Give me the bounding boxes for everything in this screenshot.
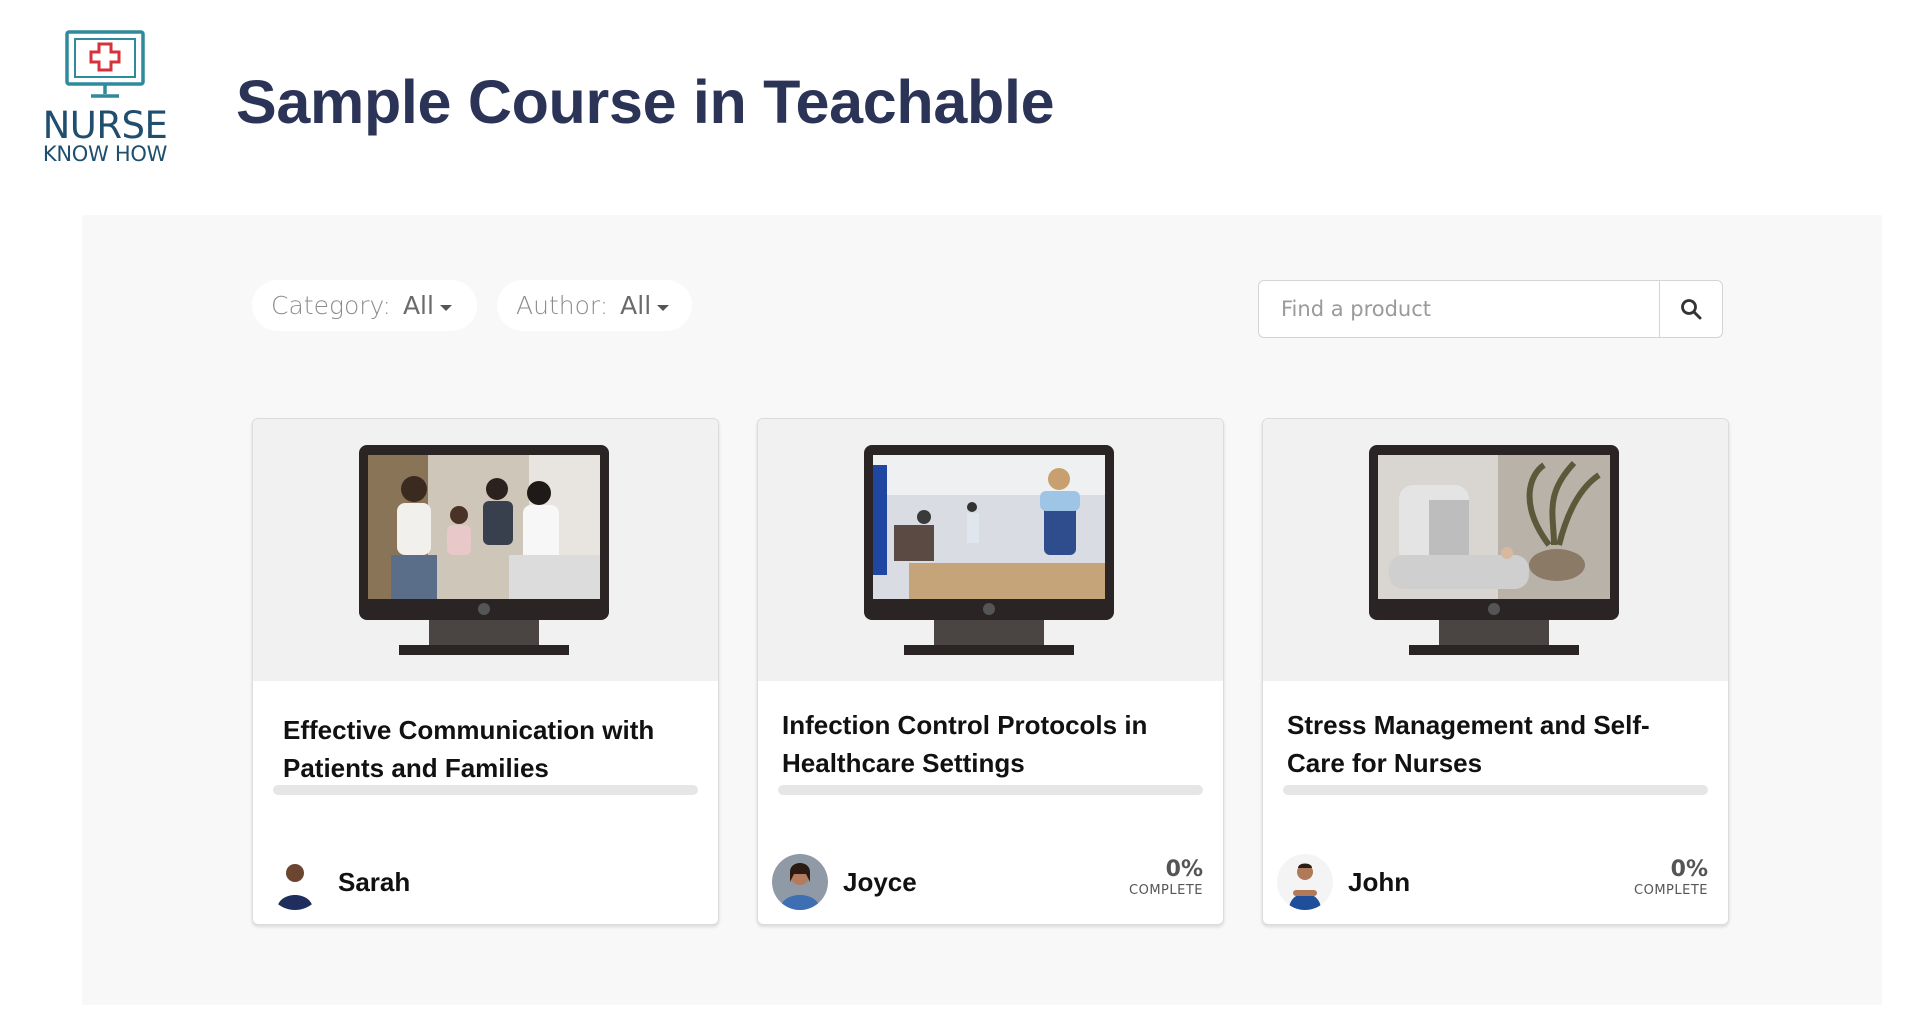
logo-text-know-how: KNOW HOW [42, 142, 168, 166]
nurse-know-how-logo: NURSE KNOW HOW [40, 30, 170, 166]
page-title: Sample Course in Teachable [236, 68, 1055, 136]
category-filter-value: All [402, 291, 434, 320]
author-filter-label: Author: [516, 291, 609, 320]
author-avatar [772, 854, 828, 910]
search-input[interactable] [1258, 280, 1659, 338]
course-title[interactable]: Effective Communication with Patients an… [283, 711, 688, 787]
author-filter-dropdown[interactable]: Author: All [497, 280, 692, 331]
category-filter-label: Category: [271, 291, 391, 320]
author-name: Joyce [843, 866, 917, 897]
category-filter-dropdown[interactable]: Category: All [252, 280, 477, 331]
author-avatar [1277, 854, 1333, 910]
author-filter-value: All [620, 291, 652, 320]
author-name: Sarah [338, 866, 411, 897]
course-card[interactable]: Infection Control Protocols in Healthcar… [757, 418, 1224, 925]
course-thumbnail [253, 419, 718, 681]
course-title[interactable]: Infection Control Protocols in Healthcar… [782, 706, 1193, 782]
course-author: John [1277, 852, 1410, 912]
course-thumbnail [758, 419, 1223, 681]
completion-label: COMPLETE [1634, 883, 1708, 898]
completion-percent: 0% [1670, 857, 1708, 882]
completion-label: COMPLETE [1129, 883, 1203, 898]
author-avatar [267, 854, 323, 910]
course-author: Joyce [772, 852, 917, 912]
course-title[interactable]: Stress Management and Self-Care for Nurs… [1287, 706, 1698, 782]
search-button[interactable] [1659, 280, 1723, 338]
author-name: John [1348, 866, 1411, 897]
completion-status: 0% COMPLETE [1634, 858, 1708, 900]
monitor-image [864, 445, 1114, 655]
course-card[interactable]: Stress Management and Self-Care for Nurs… [1262, 418, 1729, 925]
course-author: Sarah [267, 852, 410, 912]
caret-down-icon [439, 304, 452, 311]
course-progress-bar [273, 785, 698, 795]
search-icon [1681, 299, 1702, 320]
logo-text-nurse: NURSE [42, 104, 168, 147]
course-thumbnail [1263, 419, 1728, 681]
course-progress-bar [778, 785, 1203, 795]
course-card[interactable]: Effective Communication with Patients an… [252, 418, 719, 925]
product-search [1258, 280, 1723, 338]
caret-down-icon [657, 304, 670, 311]
course-catalog-panel: Category: All Author: All Find a product… [82, 215, 1882, 1005]
completion-status: 0% COMPLETE [1129, 858, 1203, 900]
completion-percent: 0% [1165, 857, 1203, 882]
course-progress-bar [1283, 785, 1708, 795]
monitor-cross-icon [65, 30, 145, 98]
monitor-image [359, 445, 609, 655]
monitor-image [1369, 445, 1619, 655]
